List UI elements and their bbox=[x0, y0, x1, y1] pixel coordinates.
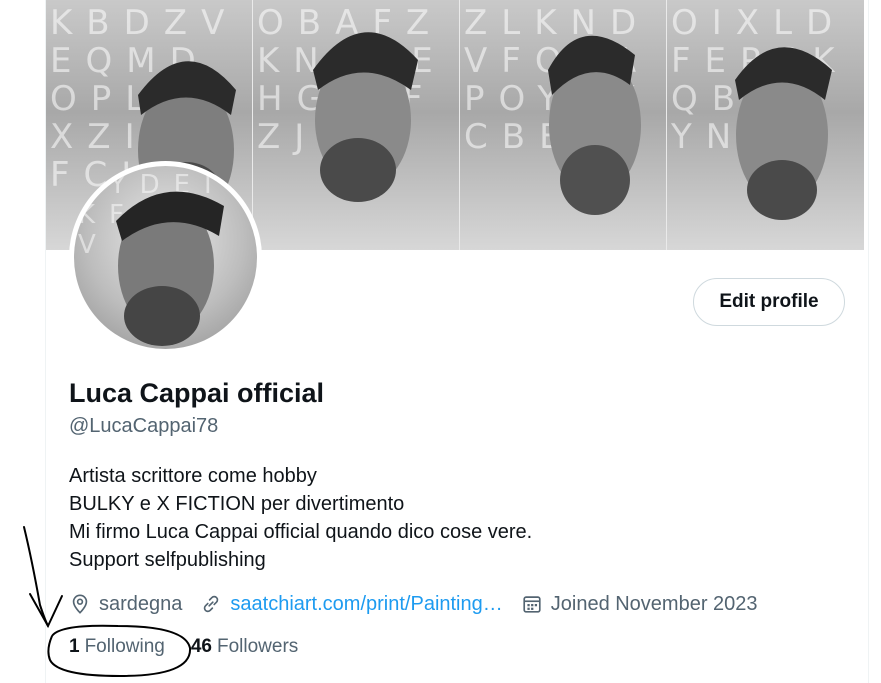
link-icon bbox=[204, 595, 219, 613]
profile-location: sardegna bbox=[69, 593, 182, 616]
avatar-photo: CYDEIKFOPLV bbox=[74, 166, 257, 349]
profile-bio: Artista scrittore come hobby BULKY e X F… bbox=[69, 462, 532, 574]
bio-line: Support selfpublishing bbox=[69, 549, 266, 571]
profile-handle: @LucaCappai78 bbox=[69, 415, 219, 437]
following-count: 1 bbox=[69, 636, 80, 657]
profile-display-name: Luca Cappai official bbox=[69, 378, 325, 408]
profile-stats: 1 Following 46 Followers bbox=[69, 634, 324, 660]
followers-link[interactable]: 46 Followers bbox=[191, 636, 298, 658]
bio-line: Artista scrittore come hobby bbox=[69, 465, 317, 487]
profile-website[interactable]: saatchiart.com/print/Painting… bbox=[200, 593, 503, 616]
banner-panel: ZLKNDVFQXAPOYGKCBE bbox=[459, 0, 666, 250]
banner-panel: OBAFZKNCQEHGYLFZJM bbox=[252, 0, 459, 250]
profile-joined-date: Joined November 2023 bbox=[521, 593, 758, 616]
following-link[interactable]: 1 Following bbox=[69, 636, 165, 658]
followers-count: 46 bbox=[190, 636, 212, 657]
joined-text: Joined November 2023 bbox=[550, 592, 758, 615]
profile-meta: sardegna saatchiart.com/print/Painting… … bbox=[69, 590, 776, 618]
following-label: Following bbox=[84, 636, 165, 657]
website-link[interactable]: saatchiart.com/print/Painting… bbox=[230, 593, 502, 616]
bio-line: BULKY e X FICTION per divertimento bbox=[69, 493, 405, 515]
edit-profile-button[interactable]: Edit profile bbox=[693, 278, 845, 326]
calendar-icon bbox=[523, 596, 541, 613]
bio-line: Mi firmo Luca Cappai official quando dic… bbox=[69, 521, 533, 543]
location-pin-icon bbox=[72, 594, 88, 614]
followers-label: Followers bbox=[216, 636, 299, 657]
banner-panel: OIXLDFEPCKQBZMYN bbox=[666, 0, 864, 250]
profile-avatar[interactable]: CYDEIKFOPLV bbox=[69, 161, 262, 354]
location-text: sardegna bbox=[99, 592, 183, 615]
